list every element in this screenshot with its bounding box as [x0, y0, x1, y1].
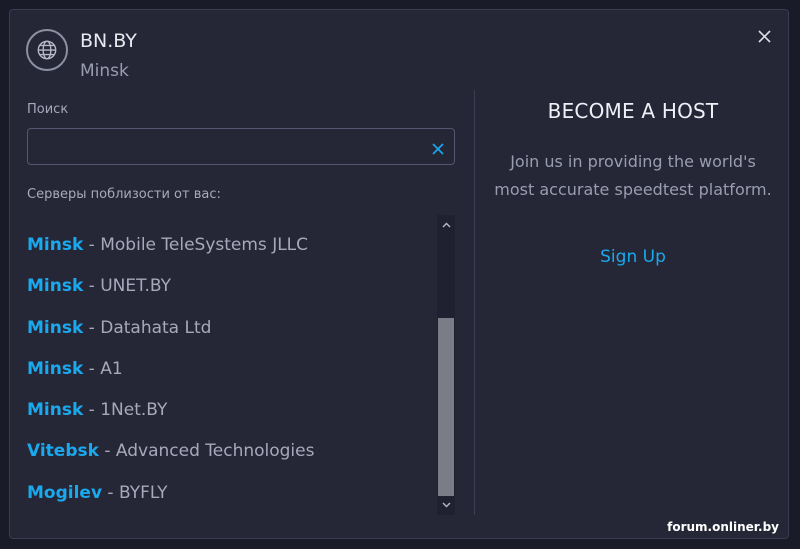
server-item[interactable]: Mogilev - BYFLY	[27, 473, 432, 514]
server-select-modal: BN.BY Minsk Поиск Серверы поблизости от …	[9, 9, 789, 539]
server-city: Minsk	[27, 358, 84, 379]
server-sponsor: 1Net.BY	[100, 400, 168, 421]
server-sponsor: Datahata Ltd	[100, 317, 212, 338]
server-sponsor: A1	[100, 358, 123, 379]
search-field	[27, 128, 455, 166]
server-sponsor: UNET.BY	[100, 276, 172, 297]
isp-city: Minsk	[80, 61, 129, 81]
search-label: Поиск	[27, 102, 69, 117]
server-city: Minsk	[27, 400, 84, 421]
close-icon[interactable]	[755, 27, 773, 45]
server-separator: -	[83, 235, 101, 255]
server-separator: -	[83, 358, 101, 379]
server-separator: -	[83, 400, 101, 421]
server-city: Minsk	[27, 235, 84, 255]
globe-icon	[26, 29, 68, 71]
server-city: Vitebsk	[27, 441, 99, 462]
isp-name: BN.BY	[80, 30, 137, 52]
clear-icon[interactable]	[432, 140, 444, 155]
forum-watermark: forum.onliner.by	[667, 520, 779, 534]
search-input[interactable]	[36, 129, 420, 166]
nearby-servers-label: Серверы поблизости от вас:	[27, 187, 221, 202]
panel-divider	[474, 90, 475, 515]
server-separator: -	[83, 276, 101, 297]
server-city: Mogilev	[27, 482, 103, 503]
server-item[interactable]: Minsk - Datahata Ltd	[27, 308, 432, 349]
server-sponsor: Advanced Technologies	[115, 441, 315, 462]
scrollbar-thumb[interactable]	[438, 318, 454, 496]
server-item[interactable]: Minsk - UNET.BY	[27, 266, 432, 307]
server-city: Minsk	[27, 276, 84, 297]
server-item[interactable]: Minsk - 1Net.BY	[27, 390, 432, 431]
scroll-down-icon[interactable]	[437, 497, 455, 513]
scroll-up-icon[interactable]	[437, 217, 455, 233]
server-list: Minsk - Mobile TeleSystems JLLC Minsk - …	[27, 225, 432, 525]
become-host-text: Join us in providing the world's most ac…	[494, 152, 772, 199]
server-sponsor: BYFLY	[118, 482, 168, 503]
become-host-title: BECOME A HOST	[547, 99, 719, 123]
server-sponsor: Mobile TeleSystems JLLC	[100, 235, 309, 255]
server-separator: -	[83, 317, 101, 338]
server-item[interactable]: Minsk - A1	[27, 349, 432, 390]
server-city: Minsk	[27, 317, 84, 338]
server-list-scrollbar[interactable]	[437, 215, 455, 515]
server-separator: -	[98, 441, 116, 462]
server-item[interactable]: Minsk - Mobile TeleSystems JLLC	[27, 225, 432, 266]
sign-up-link[interactable]: Sign Up	[478, 247, 788, 267]
server-separator: -	[102, 482, 119, 503]
server-item[interactable]: Vitebsk - Advanced Technologies	[27, 431, 432, 472]
